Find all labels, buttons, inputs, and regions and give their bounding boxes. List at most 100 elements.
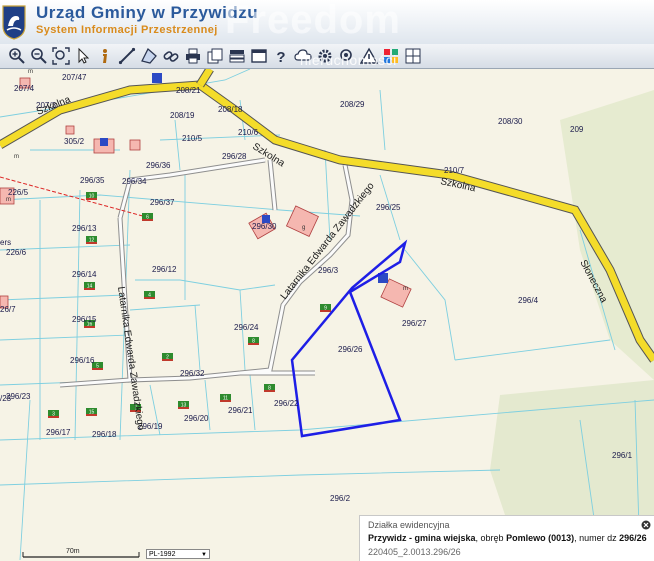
pointer-icon[interactable] [74, 47, 92, 65]
parcel-label: 207/47 [62, 73, 87, 82]
parcel-label: 296/13 [72, 224, 97, 233]
parcel-label: 296/21 [228, 406, 253, 415]
svg-text:14: 14 [87, 284, 93, 290]
building-number-plate: 11 [220, 394, 231, 402]
parcel-label: 210/5 [182, 134, 203, 143]
parcel-label: 296/1 [612, 451, 633, 460]
parcel-label: 208/21 [176, 86, 201, 95]
parcel-info-panel: Działka ewidencyjna Przywidz - gmina wie… [359, 515, 654, 561]
parcel-label: 226/5 [8, 188, 29, 197]
building-letter: g [302, 225, 305, 231]
parcel-label-edge: ers [0, 238, 11, 247]
svg-text:15: 15 [89, 410, 95, 416]
parcel-label: 296/28 [222, 152, 247, 161]
building-letter: m [403, 286, 408, 292]
info-header: Działka ewidencyjna [368, 520, 450, 530]
info-precinct: Pomlewo (0013) [506, 533, 575, 543]
watermark-subtext: nieruchomości [300, 52, 397, 68]
parcel-label: 296/30 [252, 222, 277, 231]
building-letter: m [28, 69, 33, 75]
building-number-plate: 6 [142, 213, 153, 221]
svg-text:12: 12 [89, 238, 95, 244]
svg-text:9: 9 [324, 306, 327, 312]
parcel-label: 296/35 [80, 176, 105, 185]
parcel-label: 207/4 [14, 84, 35, 93]
parcel-label-edge: /23 [0, 394, 12, 403]
link-icon[interactable] [162, 47, 180, 65]
building-number-plate: 14 [84, 282, 95, 290]
svg-text:4: 4 [148, 293, 151, 299]
svg-text:13: 13 [181, 403, 187, 409]
svg-text:8: 8 [252, 339, 255, 345]
zoom-out-icon[interactable] [30, 47, 48, 65]
close-icon[interactable] [641, 520, 651, 530]
parcel-label: 296/26 [338, 345, 363, 354]
info-description: Przywidz - gmina wiejska, obręb Pomlewo … [368, 533, 647, 543]
building-number-plate: 3 [48, 410, 59, 418]
map-canvas[interactable]: 1012141664258813113 1579mmmgm 207/47207/4… [0, 69, 654, 560]
crs-select[interactable]: PL-1992 ▼ [146, 549, 210, 559]
parcel-label: 296/18 [92, 430, 117, 439]
scale-label: 70m [66, 548, 80, 555]
parcel-label: 296/20 [184, 414, 209, 423]
municipality-logo-icon [2, 5, 26, 40]
svg-text:6: 6 [146, 215, 149, 221]
app-header: Urząd Gminy w Przywidzu System Informacj… [0, 0, 654, 44]
parcel-label: 296/12 [152, 265, 177, 274]
print-icon[interactable] [184, 47, 202, 65]
parcel-label: 296/36 [146, 161, 171, 170]
parcel-label: 296/27 [402, 319, 427, 328]
building-number-plate: 9 [320, 304, 331, 312]
parcel-label: 296/25 [376, 203, 401, 212]
svg-text:10: 10 [89, 194, 95, 200]
parcel-label: 208/19 [170, 111, 195, 120]
info-parcel-id: 220405_2.0013.296/26 [368, 547, 461, 557]
measure-line-icon[interactable] [118, 47, 136, 65]
svg-text:11: 11 [223, 396, 228, 402]
parcel-label: 208/18 [218, 105, 243, 114]
parcel-label: 296/15 [72, 315, 97, 324]
window-icon[interactable] [250, 47, 268, 65]
parcel-label: 209 [570, 125, 584, 134]
info-icon[interactable] [96, 47, 114, 65]
info-precinct-text: , obręb [475, 533, 507, 543]
svg-text:3: 3 [52, 412, 55, 418]
building-number-plate: 15 [86, 408, 97, 416]
parcel-label: 296/4 [518, 296, 539, 305]
parcel-label: 296/24 [234, 323, 259, 332]
parcel-label: 305/2 [64, 137, 85, 146]
zoom-extent-icon[interactable] [52, 47, 70, 65]
export-icon[interactable] [206, 47, 224, 65]
svg-text:2: 2 [166, 355, 169, 361]
parcel-label: 296/17 [46, 428, 71, 437]
grid-icon[interactable] [404, 47, 422, 65]
parcel-label: 296/34 [122, 177, 147, 186]
parcel-label: 296/14 [72, 270, 97, 279]
zoom-in-icon[interactable] [8, 47, 26, 65]
parcel-label: 208/29 [340, 100, 365, 109]
parcel-label: 210/7 [444, 166, 465, 175]
building-number-plate: 8 [264, 384, 275, 392]
parcel-label: 296/37 [150, 198, 175, 207]
building-number-plate: 8 [248, 337, 259, 345]
building-number-plate: 12 [86, 236, 97, 244]
info-number-text: , numer dz [574, 533, 620, 543]
chevron-down-icon: ▼ [201, 552, 207, 558]
help-icon[interactable]: ? [272, 47, 290, 65]
parcel-label: 296/32 [180, 369, 205, 378]
info-number: 296/26 [619, 533, 647, 543]
building-number-plate: 13 [178, 401, 189, 409]
svg-text:?: ? [276, 49, 285, 65]
svg-text:5: 5 [96, 364, 99, 370]
measure-area-icon[interactable] [140, 47, 158, 65]
info-name: Przywidz - gmina wiejska [368, 533, 476, 543]
parcel-label: 226/6 [6, 248, 27, 257]
parcel-label: 296/22 [274, 399, 299, 408]
crs-value: PL-1992 [149, 551, 176, 558]
parcel-label: 296/16 [70, 356, 95, 365]
parcel-label-edge: 26/7 [0, 305, 16, 314]
building-number-plate: 4 [144, 291, 155, 299]
scale-bar [22, 552, 140, 558]
parcel-label: 296/3 [318, 266, 339, 275]
layers-icon[interactable] [228, 47, 246, 65]
